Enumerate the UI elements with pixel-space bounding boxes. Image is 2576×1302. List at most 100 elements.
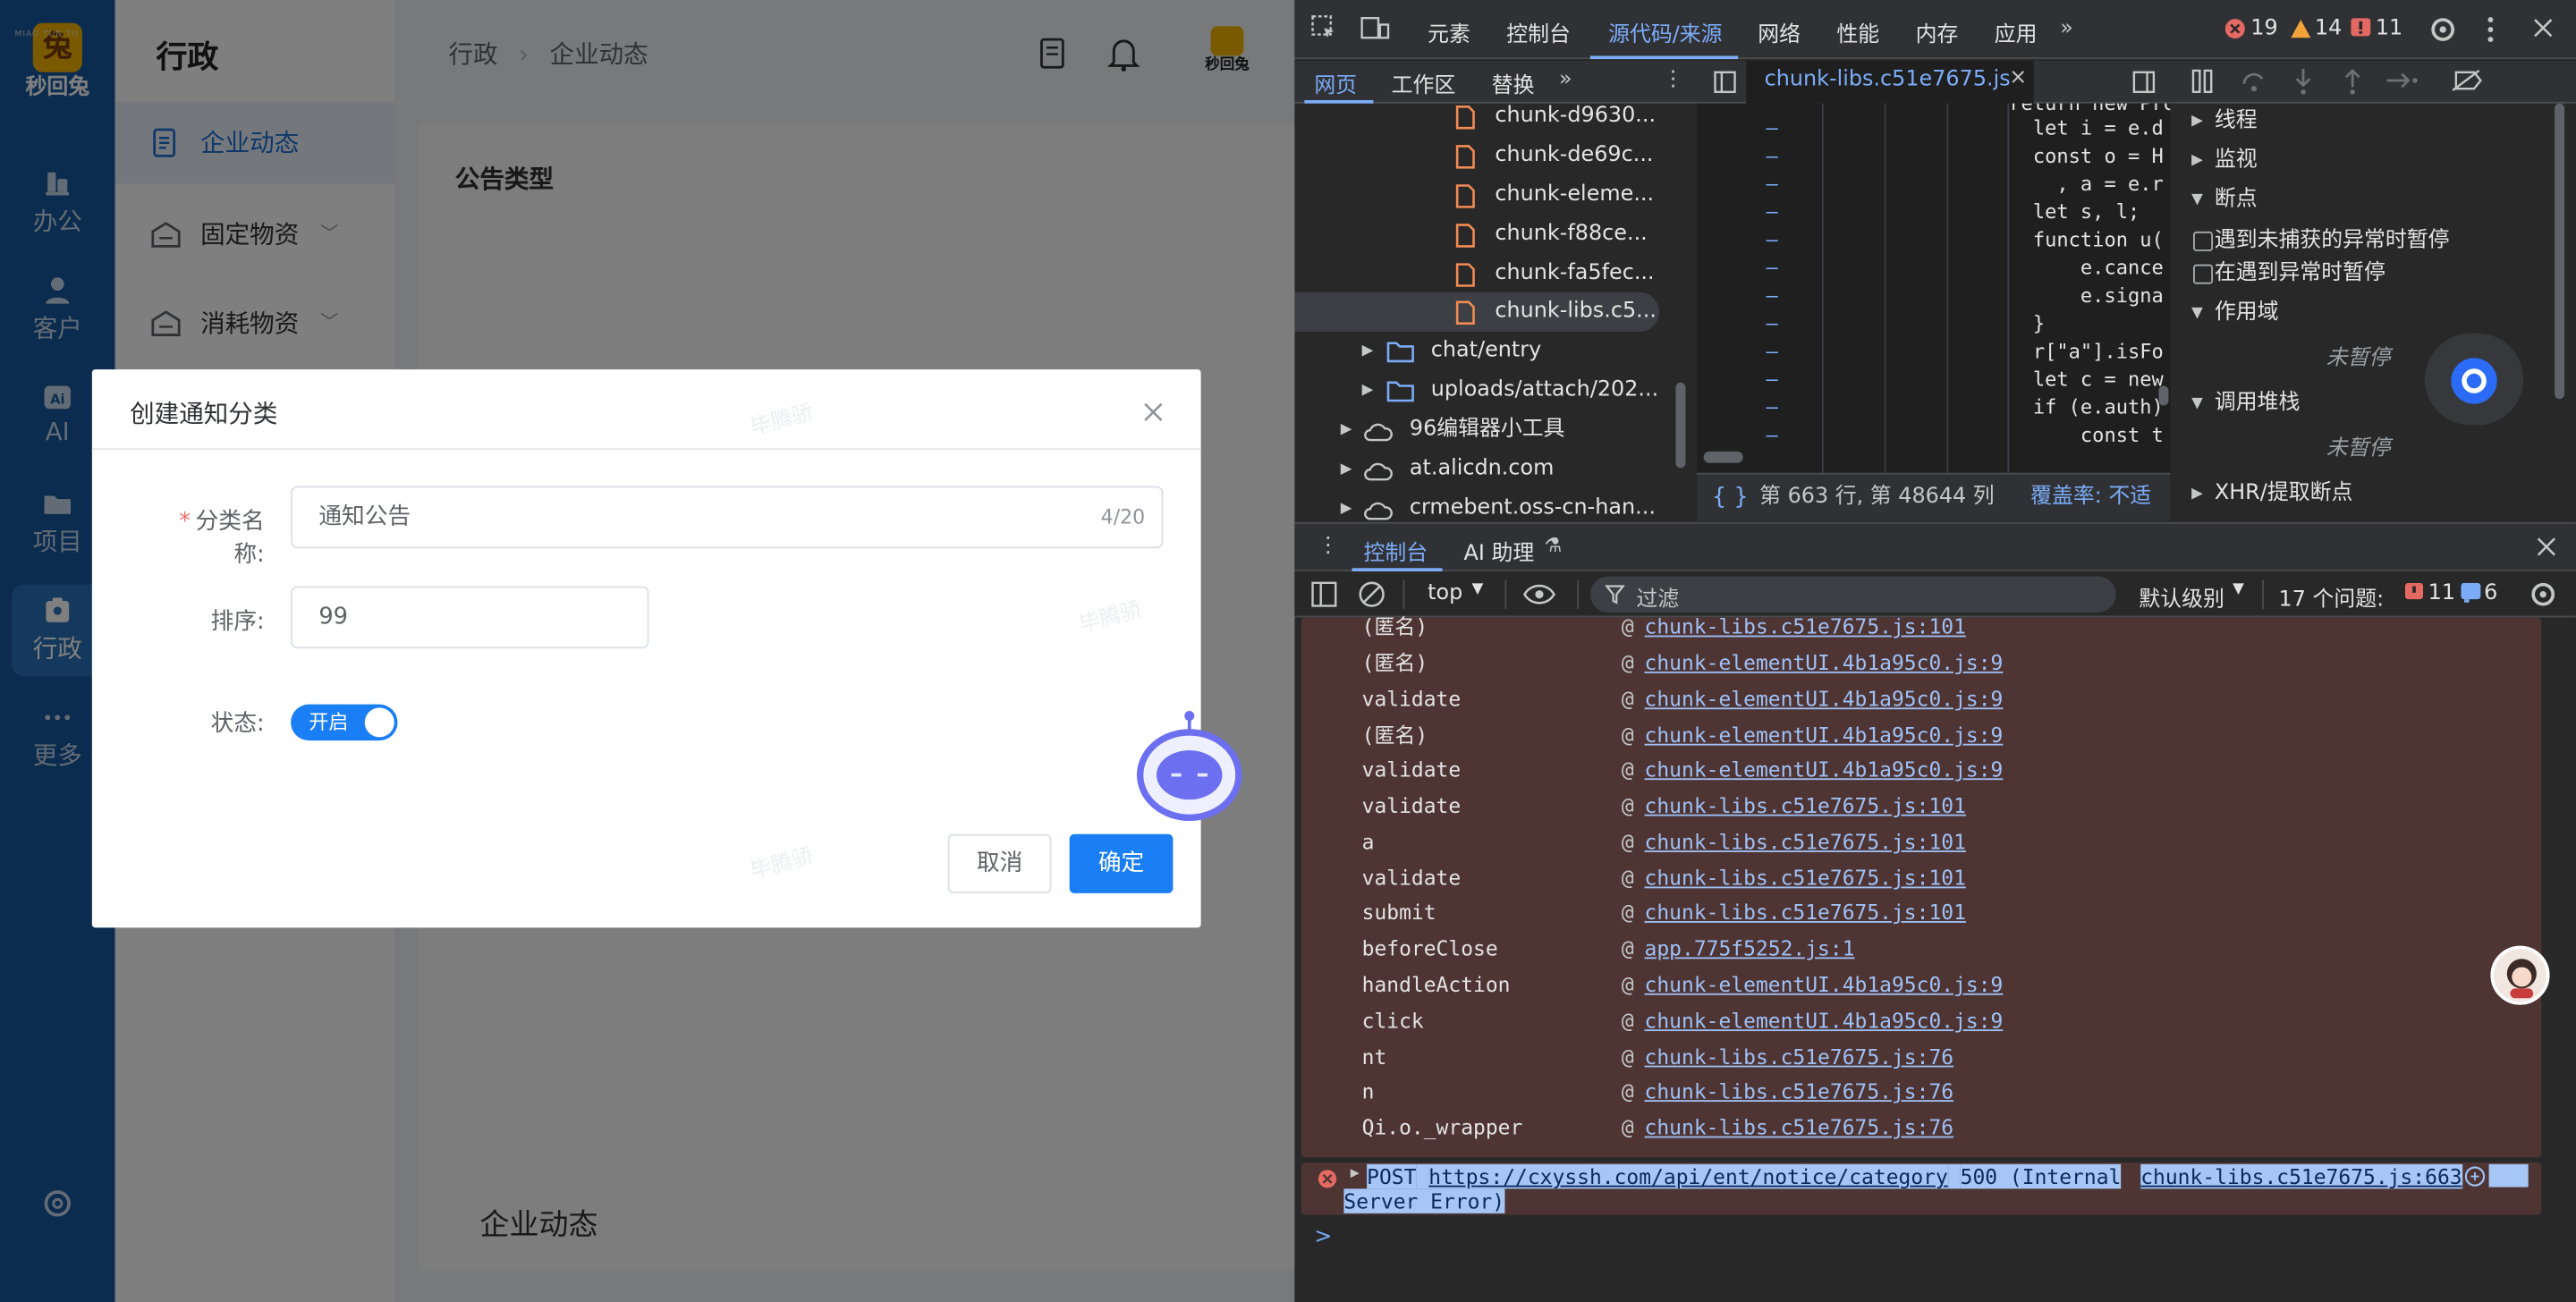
expand-triangle-icon[interactable]: ▶ [1341,450,1352,489]
expand-triangle-icon[interactable]: ▶ [1362,371,1374,410]
step-icon[interactable] [2385,71,2419,90]
expand-triangle-icon[interactable]: ▶ [1351,1166,1360,1182]
network-request-icon[interactable] [2464,1166,2486,1188]
pause-caught-option[interactable]: 在遇到异常时暂停 [2172,255,2576,294]
file-item[interactable]: chunk-eleme... [1294,175,1665,215]
stack-source-link[interactable]: chunk-libs.c51e7675.js:101 [1645,860,1966,896]
drawer-tab-ai[interactable]: AI 助理 [1463,536,1534,567]
close-icon[interactable] [2533,18,2553,38]
close-icon[interactable] [1143,402,1163,422]
tab-sources[interactable]: 源代码/来源 [1608,16,1722,48]
stack-source-link[interactable]: chunk-elementUI.4b1a95c0.js:9 [1645,1003,2004,1039]
step-over-icon[interactable] [2241,69,2267,94]
stack-source-link[interactable]: chunk-elementUI.4b1a95c0.js:9 [1645,967,2004,1002]
error-count[interactable]: 19 [2250,16,2277,41]
console-prompt[interactable]: > [1314,1225,1332,1250]
stack-source-link[interactable]: chunk-libs.c51e7675.js:101 [1645,895,1966,931]
settings-gear-icon[interactable] [2428,15,2458,45]
info-message-icon[interactable] [2461,582,2481,603]
step-out-icon[interactable] [2343,67,2362,95]
tab-performance[interactable]: 性能 [1836,16,1879,48]
tab-network[interactable]: 网络 [1758,16,1801,48]
coverage-status[interactable]: 覆盖率: 不适 [2030,475,2151,520]
stack-source-link[interactable]: app.775f5252.js:1 [1645,931,1855,967]
tab-memory[interactable]: 内存 [1916,16,1959,48]
drawer-tab-console[interactable]: 控制台 [1363,536,1428,567]
domain-item[interactable]: ▶ 96编辑器小工具 [1294,410,1665,450]
debugger-scrollbar[interactable] [2555,103,2565,400]
file-item[interactable]: chunk-f88ce... [1294,216,1665,255]
sort-input[interactable]: 99 [291,586,649,649]
stack-source-link[interactable]: chunk-elementUI.4b1a95c0.js:9 [1645,752,2004,788]
context-selector[interactable]: top [1428,581,1462,606]
more-tabs-icon[interactable]: » [1559,67,1572,92]
request-url-link[interactable]: https://cxyssh.com/api/ent/notice/catego… [1428,1163,1948,1189]
tab-workspace[interactable]: 工作区 [1392,67,1456,99]
file-item[interactable]: chunk-de69c... [1294,136,1665,175]
device-toggle-icon[interactable] [1360,15,1390,41]
more-tabs-icon[interactable]: » [2060,16,2073,41]
scope-section[interactable]: ▼ 作用域 [2172,294,2576,334]
dropdown-arrow-icon[interactable]: ▼ [2233,581,2244,597]
expand-triangle-icon[interactable]: ▶ [1362,332,1374,371]
issue-flag-icon[interactable] [2351,18,2371,39]
kebab-menu-icon[interactable]: ⋮ [1318,534,1339,559]
console-filter-input[interactable]: 过滤 [1589,576,2116,613]
close-drawer-icon[interactable] [2537,537,2556,556]
close-tab-icon[interactable]: × [2009,65,2027,90]
breakpoints-section[interactable]: ▼ 断点 [2172,181,2576,220]
tab-application[interactable]: 应用 [1995,16,2038,48]
issues-label[interactable]: 17 个问题: [2279,581,2385,613]
tab-console[interactable]: 控制台 [1506,16,1571,48]
stack-source-link[interactable]: chunk-libs.c51e7675.js:101 [1645,609,1966,645]
domain-item[interactable]: ▶ crmebent.oss-cn-han... [1294,489,1665,522]
error-source-link[interactable]: chunk-libs.c51e7675.js:663 [2140,1163,2462,1189]
stack-source-link[interactable]: chunk-elementUI.4b1a95c0.js:9 [1645,646,2004,681]
issue-error-count[interactable]: 11 [2428,581,2455,606]
stack-source-link[interactable]: chunk-elementUI.4b1a95c0.js:9 [1645,681,2004,717]
tab-page[interactable]: 网页 [1314,67,1357,99]
expand-triangle-icon[interactable]: ▶ [1341,410,1352,450]
folder-item[interactable]: ▶ uploads/attach/202... [1294,371,1665,410]
cancel-button[interactable]: 取消 [947,833,1052,893]
deactivate-breakpoints-icon[interactable] [2451,69,2484,92]
domain-item[interactable]: ▶ at.alicdn.com [1294,450,1665,489]
stack-source-link[interactable]: chunk-elementUI.4b1a95c0.js:9 [1645,717,2004,753]
xhr-breakpoints-section[interactable]: ▶ XHR/提取断点 [2172,475,2576,514]
issue-count[interactable]: 11 [2376,16,2402,41]
console-settings-gear-icon[interactable] [2529,579,2558,609]
confirm-button[interactable]: 确定 [1069,833,1174,893]
folder-item[interactable]: ▶ chat/entry [1294,332,1665,371]
avatar-bubble[interactable] [2490,945,2550,1005]
kebab-menu-icon[interactable] [2486,15,2496,45]
toggle-navigator-icon[interactable] [1714,71,1737,94]
pause-uncaught-checkbox[interactable] [2192,231,2214,251]
code-v-scrollbar[interactable] [2158,385,2169,406]
inspect-element-icon[interactable] [1311,15,1337,41]
pause-icon[interactable] [2191,69,2215,94]
threads-section[interactable]: ▶ 线程 [2172,102,2576,141]
stack-source-link[interactable]: chunk-libs.c51e7675.js:101 [1645,788,1966,824]
file-item[interactable]: chunk-d9630... [1294,104,1665,137]
warning-count[interactable]: 14 [2315,16,2342,41]
tab-overrides[interactable]: 替换 [1492,67,1535,99]
kebab-menu-icon[interactable]: ⋮ [1663,67,1684,92]
file-item[interactable]: chunk-fa5fec... [1294,255,1665,294]
expand-triangle-icon[interactable]: ▶ [1341,489,1352,522]
stack-source-link[interactable]: chunk-libs.c51e7675.js:101 [1645,824,1966,860]
issue-flag-icon[interactable] [2404,582,2424,603]
dropdown-arrow-icon[interactable]: ▼ [1472,581,1484,597]
floating-assistant-icon[interactable] [2448,355,2501,408]
file-item-selected[interactable]: chunk-libs.c5... [1294,292,1660,332]
warning-triangle-icon[interactable] [2290,18,2311,39]
watch-section[interactable]: ▶ 监视 [2172,141,2576,181]
category-name-input[interactable]: 通知公告 4/20 [291,486,1164,549]
stack-source-link[interactable]: chunk-libs.c51e7675.js:76 [1645,1074,1954,1110]
stack-source-link[interactable]: chunk-libs.c51e7675.js:76 [1645,1039,1954,1075]
log-level-selector[interactable]: 默认级别 [2139,581,2224,613]
code-h-scrollbar[interactable] [1703,451,1743,463]
eye-icon[interactable] [1522,583,1556,606]
toggle-debugger-icon[interactable] [2132,71,2156,94]
pretty-print-icon[interactable]: { } [1712,475,1749,520]
issue-info-count[interactable]: 6 [2484,581,2497,606]
